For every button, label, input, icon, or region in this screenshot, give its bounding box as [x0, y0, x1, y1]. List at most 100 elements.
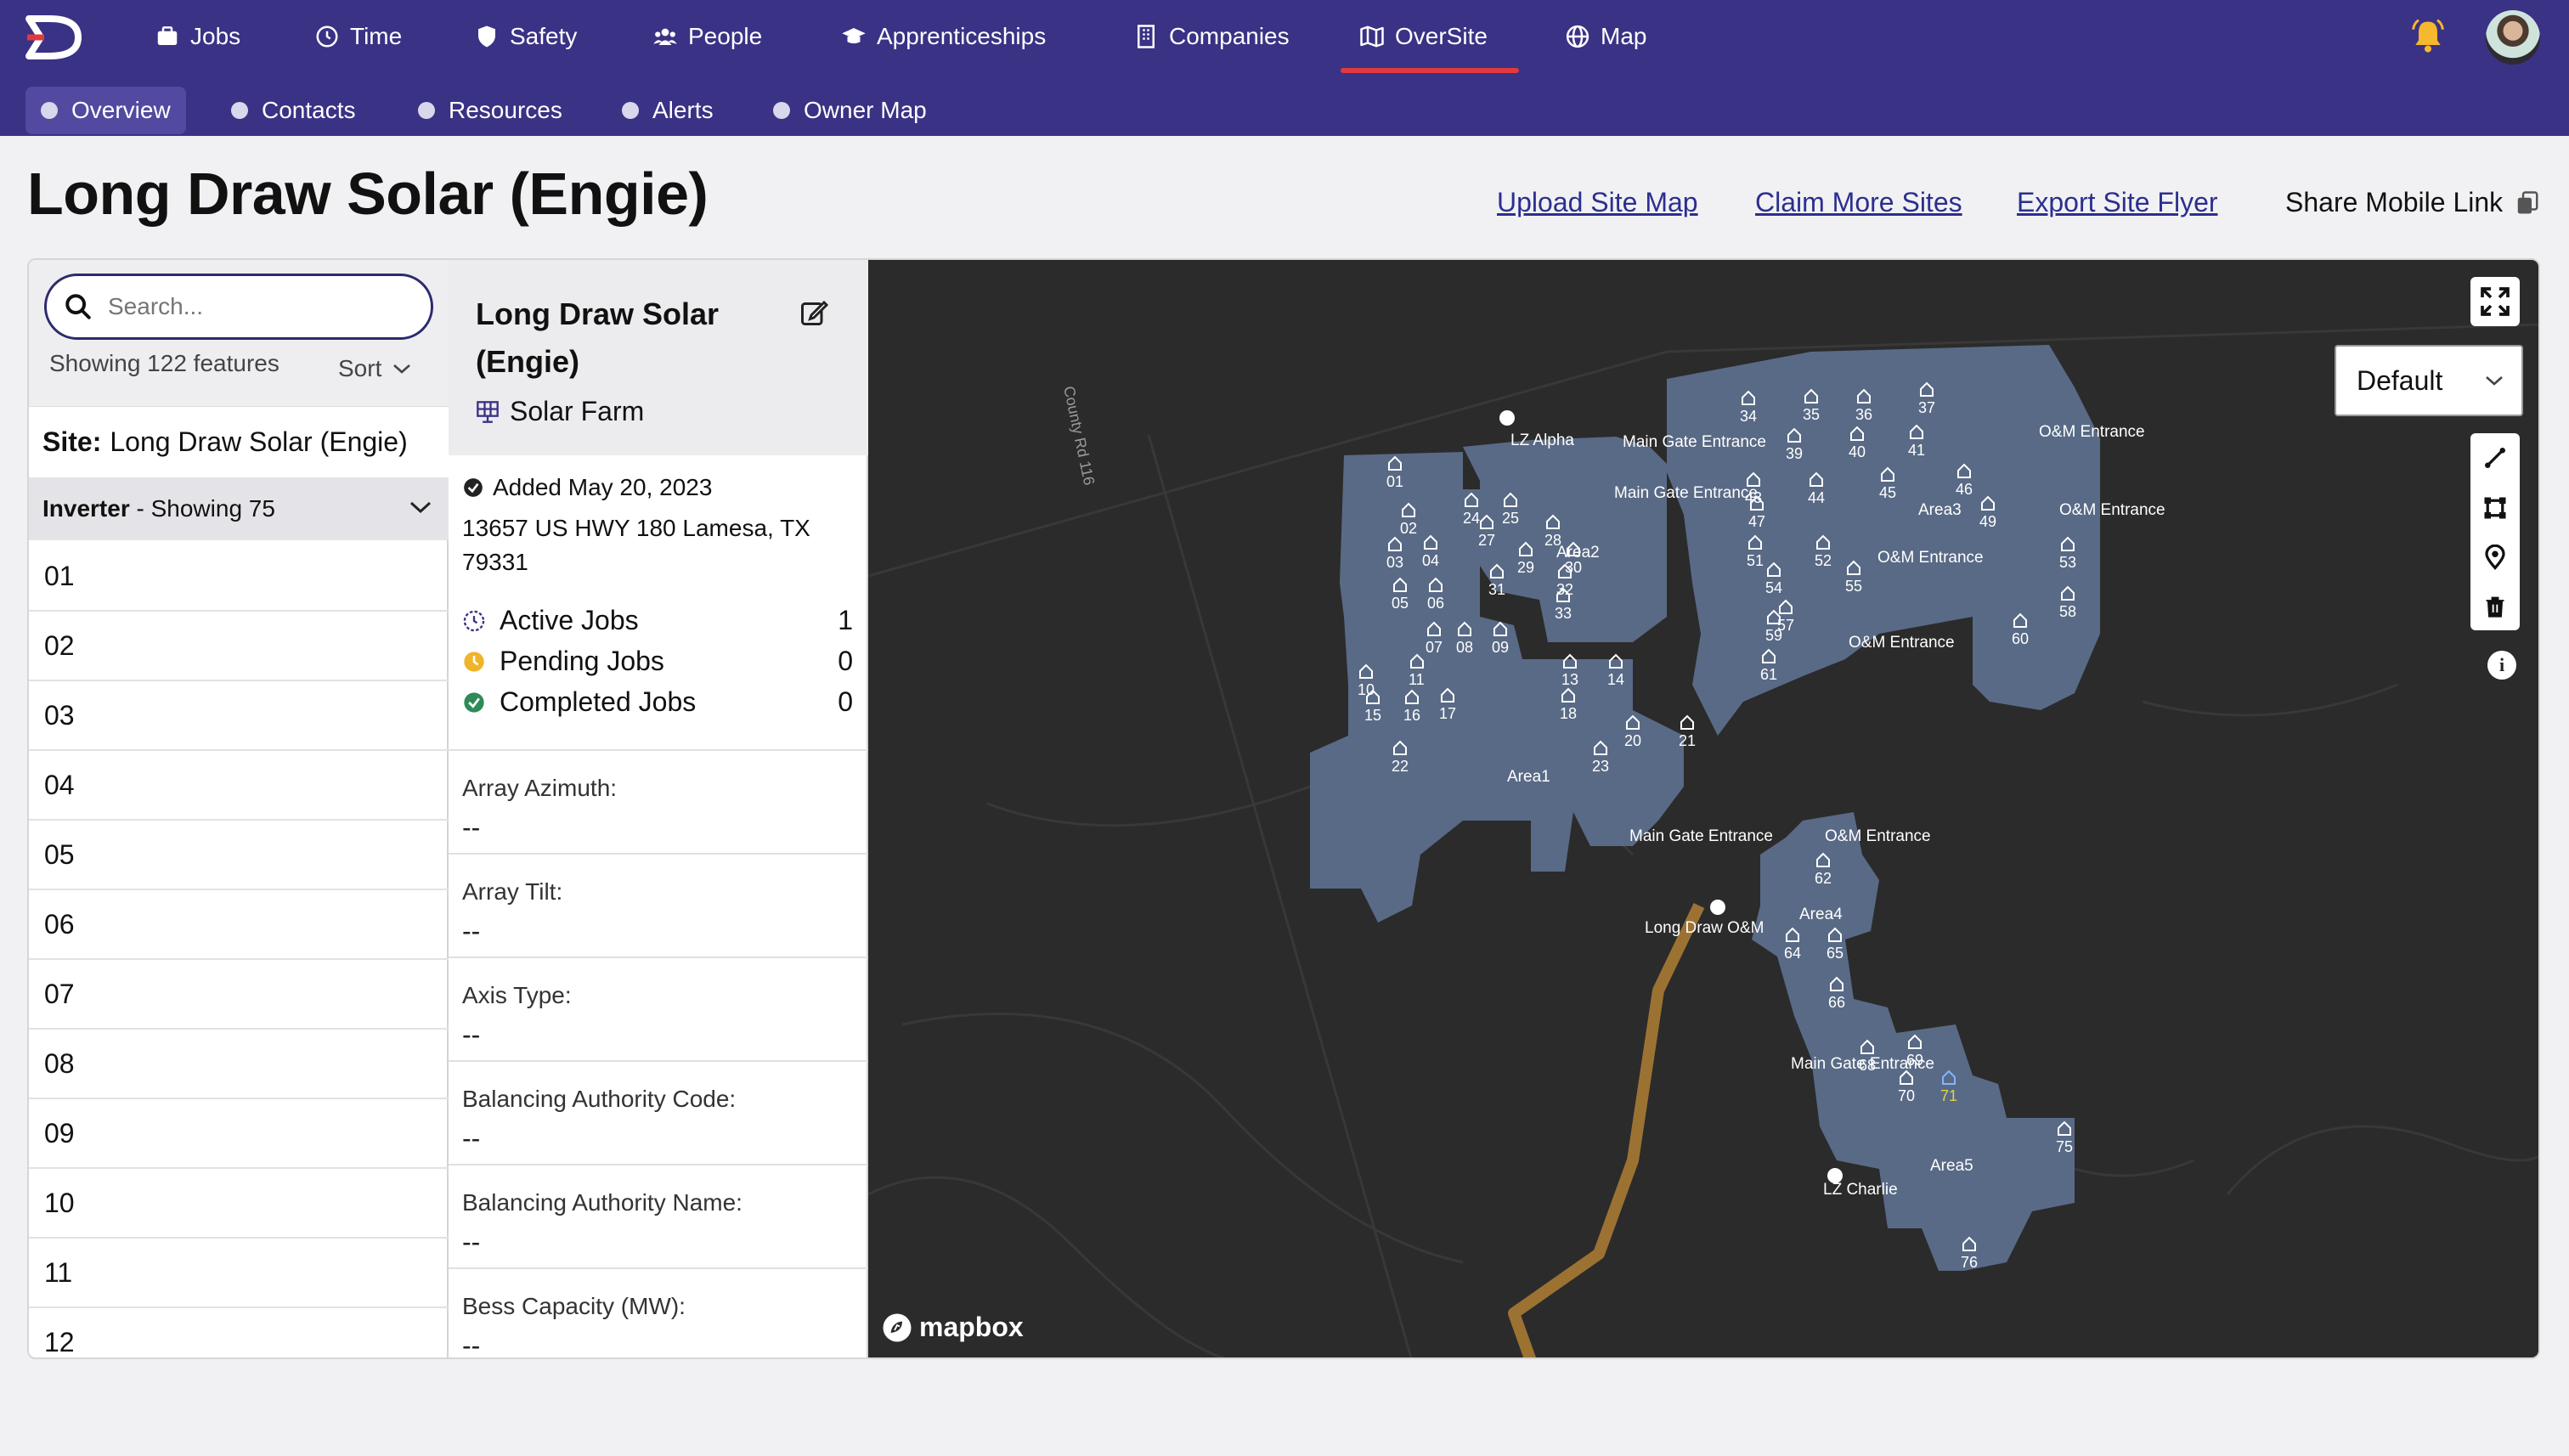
- area-label: Area5: [1930, 1157, 1973, 1175]
- subnav-resources[interactable]: Resources: [403, 87, 578, 134]
- search-box[interactable]: [44, 274, 433, 340]
- subnav-overview[interactable]: Overview: [25, 87, 186, 134]
- list-item[interactable]: 11: [29, 1239, 449, 1308]
- nav-time[interactable]: Time: [314, 0, 402, 73]
- draw-polygon-icon[interactable]: [2482, 495, 2508, 521]
- trash-icon[interactable]: [2483, 595, 2507, 618]
- job-count: 1: [838, 605, 853, 635]
- fullscreen-icon: [2481, 287, 2510, 316]
- mapbox-attribution[interactable]: mapbox: [882, 1312, 1024, 1343]
- list-item[interactable]: 06: [29, 890, 449, 960]
- inverter-label: 41: [1908, 442, 1925, 459]
- list-item[interactable]: 04: [29, 751, 449, 821]
- list-item[interactable]: 02: [29, 612, 449, 681]
- detail-field: Balancing Authority Code: --: [449, 1060, 868, 1164]
- detail-field: Array Tilt: --: [449, 853, 868, 957]
- inverter-label: 45: [1879, 484, 1896, 501]
- site-type: Solar Farm: [476, 396, 644, 427]
- field-value: --: [462, 1330, 481, 1359]
- inverter-label: 75: [2056, 1138, 2073, 1155]
- nav-safety[interactable]: Safety: [474, 0, 577, 73]
- search-input[interactable]: [108, 293, 414, 320]
- site-overview-panel: Showing 122 features Sort Site: Long Dra…: [27, 258, 2540, 1359]
- nav-apprenticeships[interactable]: Apprenticeships: [841, 0, 1046, 73]
- list-item[interactable]: 10: [29, 1169, 449, 1239]
- subnav-owner-map[interactable]: Owner Map: [758, 87, 942, 134]
- chevron-down-icon: [2486, 376, 2503, 386]
- main-gate-label: Main Gate Entrance: [1791, 1055, 1934, 1073]
- draw-line-icon[interactable]: [2482, 445, 2508, 471]
- subnav-alerts[interactable]: Alerts: [607, 87, 729, 134]
- fullscreen-button[interactable]: [2470, 277, 2520, 326]
- notification-bell-icon[interactable]: [2409, 17, 2447, 54]
- map-canvas[interactable]: County Rd 116 01 02 03 04 05 06 07 08 09 10 11 13 14…: [868, 260, 2540, 1359]
- app-logo-icon[interactable]: [25, 15, 85, 59]
- draw-point-icon[interactable]: [2482, 545, 2508, 571]
- inverter-label: 10: [1358, 681, 1375, 698]
- inverter-label: 62: [1815, 870, 1832, 887]
- chevron-down-icon: [393, 364, 411, 374]
- area-label: Area1: [1507, 768, 1550, 786]
- upload-site-map-link[interactable]: Upload Site Map: [1497, 187, 1698, 218]
- user-avatar[interactable]: [2486, 10, 2540, 65]
- chevron-down-icon: [409, 501, 432, 514]
- list-item[interactable]: 05: [29, 821, 449, 890]
- nav-label: Apprenticeships: [877, 23, 1047, 49]
- inverter-label: 27: [1478, 532, 1495, 549]
- draw-toolbar: [2470, 433, 2520, 630]
- list-item[interactable]: 01: [29, 542, 449, 612]
- claim-more-sites-link[interactable]: Claim More Sites: [1755, 187, 1962, 218]
- map-style-select[interactable]: Default: [2335, 345, 2523, 416]
- landing-zone-marker-icon[interactable]: [1710, 900, 1725, 915]
- om-entrance-label: O&M Entrance: [1849, 634, 1955, 652]
- field-label: Bess Capacity (MW):: [462, 1293, 686, 1319]
- job-count: 0: [838, 646, 853, 676]
- page-title: Long Draw Solar (Engie): [27, 161, 709, 227]
- inverter-label: 33: [1555, 605, 1572, 622]
- sort-dropdown[interactable]: Sort: [338, 355, 412, 382]
- list-item[interactable]: 07: [29, 960, 449, 1030]
- subnav-label: Owner Map: [804, 97, 927, 123]
- tab-dot-icon: [622, 102, 639, 119]
- inverter-label: 36: [1855, 406, 1872, 423]
- added-date: Added May 20, 2023: [462, 474, 712, 501]
- site-row[interactable]: Site: Long Draw Solar (Engie): [29, 406, 449, 477]
- site-map[interactable]: County Rd 116 01 02 03 04 05 06 07 08 09 10 11 13 14…: [868, 260, 2540, 1359]
- nav-map[interactable]: Map: [1565, 0, 1646, 73]
- om-entrance-label: O&M Entrance: [1825, 827, 1931, 845]
- landing-zone-marker-icon[interactable]: [1499, 410, 1515, 426]
- subnav-contacts[interactable]: Contacts: [216, 87, 371, 134]
- nav-oversite[interactable]: OverSite: [1359, 0, 1488, 73]
- list-item[interactable]: 12: [29, 1308, 449, 1357]
- completed-jobs-row[interactable]: Completed Jobs 0: [462, 686, 853, 718]
- tab-dot-icon: [418, 102, 435, 119]
- map-style-value: Default: [2357, 364, 2443, 396]
- inverter-label: 54: [1765, 579, 1782, 596]
- inverter-label: 51: [1747, 552, 1764, 569]
- inverter-label: 09: [1492, 639, 1509, 656]
- inverter-marker[interactable]: 21: [1679, 714, 1696, 749]
- nav-companies[interactable]: Companies: [1133, 0, 1290, 73]
- inverter-group-header[interactable]: Inverter - Showing 75: [29, 477, 449, 540]
- field-value: --: [462, 1019, 481, 1050]
- nav-jobs[interactable]: Jobs: [155, 0, 240, 73]
- export-site-flyer-link[interactable]: Export Site Flyer: [2017, 187, 2218, 218]
- inverter-label: 08: [1456, 639, 1473, 656]
- info-icon[interactable]: i: [2487, 651, 2516, 680]
- pending-jobs-row[interactable]: Pending Jobs 0: [462, 646, 853, 677]
- group-count: - Showing 75: [136, 495, 275, 522]
- nav-people[interactable]: People: [652, 0, 762, 73]
- area-label: Area2: [1556, 544, 1600, 562]
- pending-jobs-icon: [464, 651, 484, 672]
- share-mobile-link-button[interactable]: Share Mobile Link: [2285, 187, 2540, 218]
- list-item[interactable]: 08: [29, 1030, 449, 1099]
- active-jobs-row[interactable]: Active Jobs 1: [462, 605, 853, 636]
- inverter-label: 04: [1422, 552, 1439, 569]
- edit-icon[interactable]: [799, 297, 829, 328]
- list-item[interactable]: 09: [29, 1099, 449, 1169]
- inverter-label: 58: [2059, 603, 2076, 620]
- inverter-label: 65: [1827, 945, 1843, 962]
- list-item[interactable]: 03: [29, 681, 449, 751]
- inverter-label: 20: [1624, 732, 1641, 749]
- inverter-label: 61: [1760, 666, 1777, 683]
